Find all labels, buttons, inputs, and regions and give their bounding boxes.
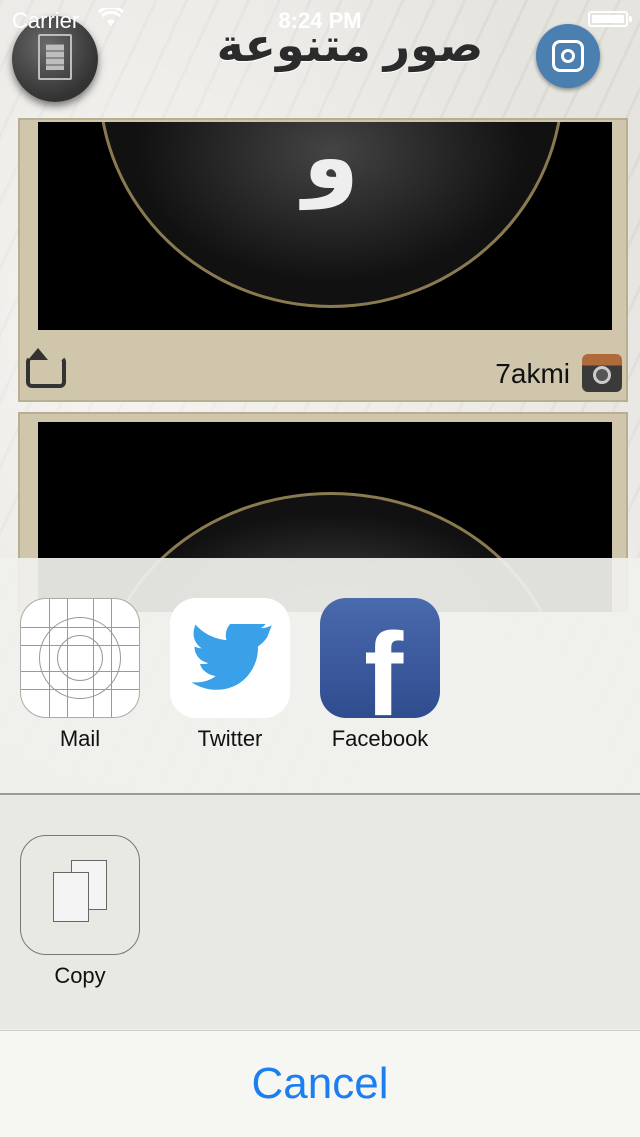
post-image[interactable]: و [38,122,612,330]
facebook-icon: f [320,598,440,718]
share-item-mail[interactable]: Mail [5,598,155,752]
share-item-facebook[interactable]: f Facebook [305,598,455,752]
instagram-icon [552,40,584,72]
mail-icon [20,598,140,718]
card-username: 7akmi [495,358,570,389]
heart-graphic: و [98,122,564,308]
share-label-twitter: Twitter [197,726,263,751]
cancel-button[interactable]: Cancel [0,1030,640,1137]
share-label-facebook: Facebook [331,726,429,751]
action-row: Copy [0,795,640,1029]
twitter-bird-icon [192,624,272,690]
heart-letter: و [303,122,359,208]
share-item-twitter[interactable]: Twitter [155,598,305,752]
share-row: Mail Twitter f Facebook [0,558,640,793]
repost-icon[interactable] [26,348,66,388]
copy-page-front [53,872,89,922]
share-sheet: Mail Twitter f Facebook Copy Cancel [0,558,640,1137]
facebook-f-glyph: f [364,609,404,718]
action-item-copy[interactable]: Copy [5,835,155,989]
twitter-icon [170,598,290,718]
action-label-copy: Copy [54,963,106,988]
document-icon [38,34,72,80]
feed-card: و 7akmi [18,118,628,402]
clock: 8:24 PM [278,8,362,33]
share-label-mail: Mail [59,726,101,751]
battery-icon [588,11,632,27]
card-footer: 7akmi [20,346,626,402]
camera-icon[interactable] [582,354,622,392]
mail-circle-inner [57,635,103,681]
status-bar: Carrier 8:24 PM [0,0,640,40]
copy-icon [20,835,140,955]
